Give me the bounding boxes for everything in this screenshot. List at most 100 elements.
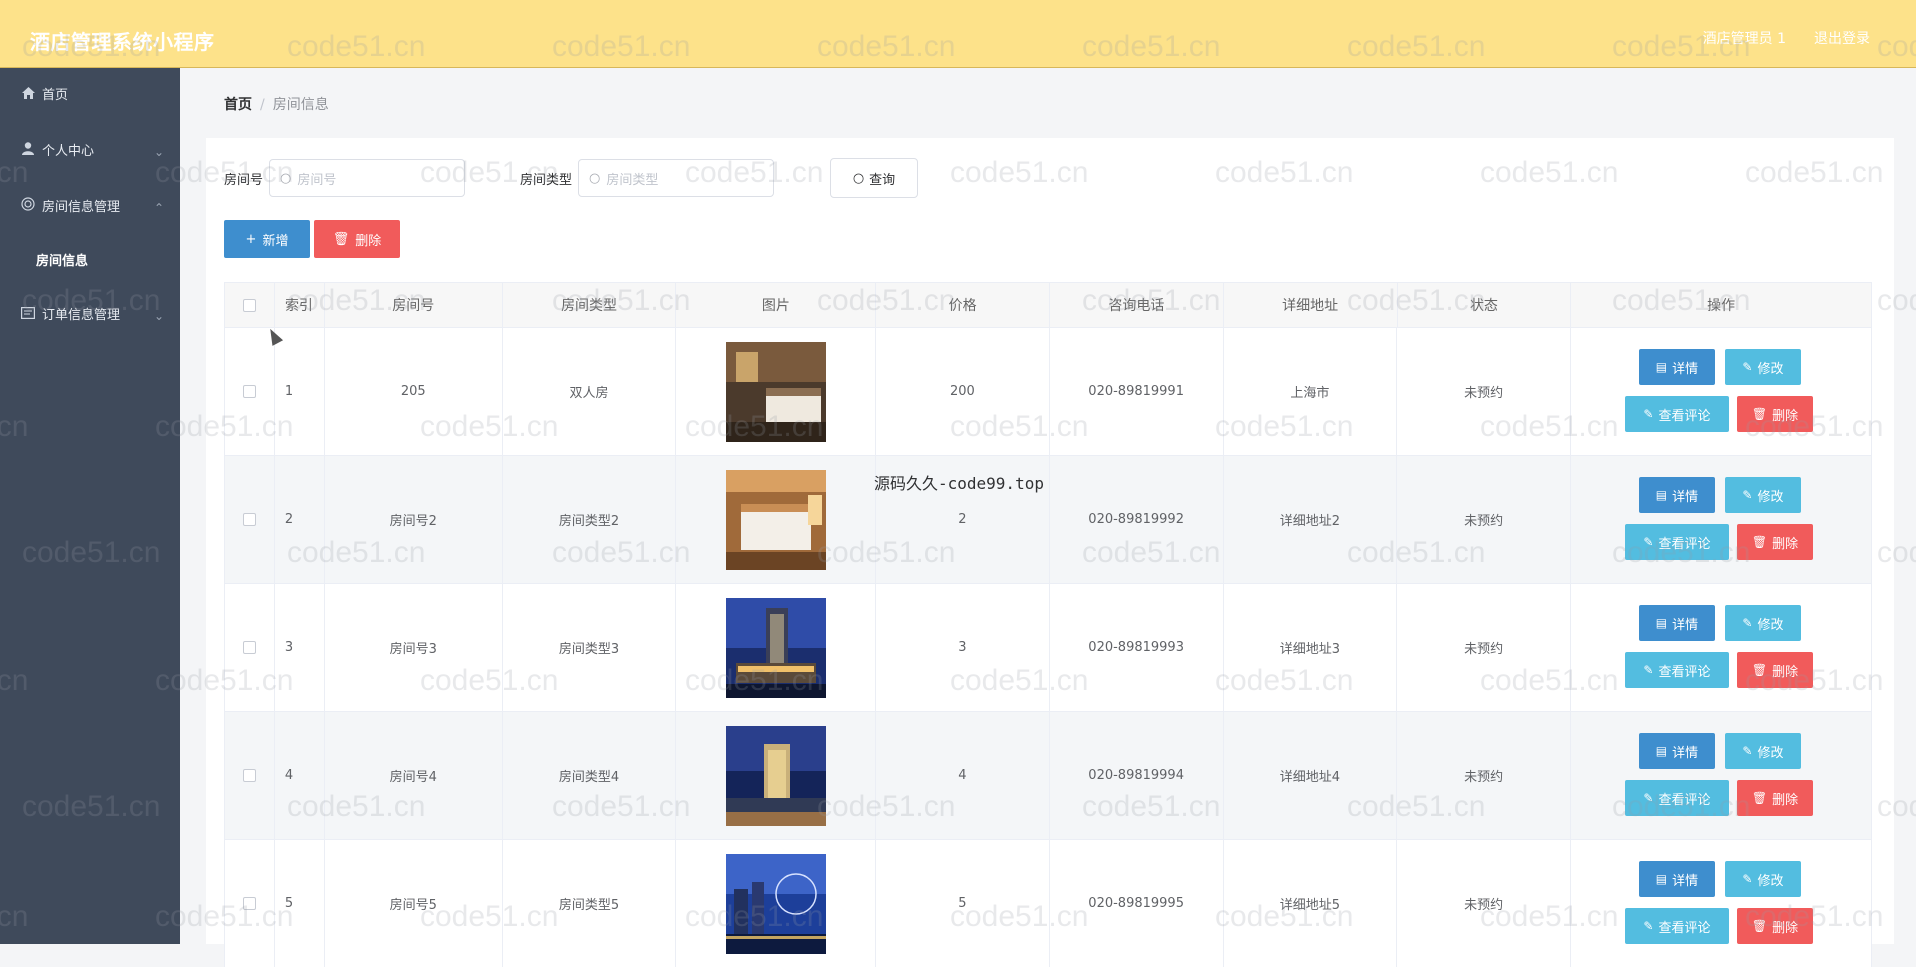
cell-price: 4 [876,712,1050,839]
cell-price: 5 [876,840,1050,967]
room-no-input[interactable]: ○ 房间号 [269,159,466,197]
edit-icon: ✎ [1643,535,1654,549]
cell-room-no: 房间号3 [325,584,503,711]
cell-room-type: 房间类型3 [503,584,677,711]
trash-icon: 🗑 [1751,791,1768,805]
col-status: 状态 [1398,283,1572,327]
query-button-label: 查询 [869,172,896,188]
view-reviews-button[interactable]: ✎ 查看评论 [1624,396,1729,432]
app-title: 酒店管理系统小程序 [30,30,215,54]
row-checkbox[interactable] [242,385,256,398]
table-row: 1 205 双人房 200 020-89819991 上海市 未预约 ▤ 详情 ✎ 修改 ✎ 查看评论 🗑… [225,327,1871,455]
room-type-placeholder: 房间类型 [606,172,659,188]
row-select-cell [225,584,275,711]
row-delete-button[interactable]: 🗑 删除 [1736,652,1813,688]
sidebar-item-profile[interactable]: 个人中心 ⌄ [0,124,180,180]
sidebar-item-room-info[interactable]: 房间信息 [0,236,180,288]
home-icon [20,68,36,124]
edit-button[interactable]: ✎ 修改 [1724,605,1801,641]
detail-button[interactable]: ▤ 详情 [1638,733,1715,769]
room-no-search: 房间号 ○ 房间号 [224,158,466,198]
cell-price: 3 [876,584,1050,711]
cell-address: 上海市 [1224,328,1398,455]
review-label: 查看评论 [1658,408,1711,424]
logout-link[interactable]: 退出登录 [1814,28,1870,48]
cell-address: 详细地址2 [1224,456,1398,583]
room-table: 索引 房间号 房间类型 图片 价格 咨询电话 详细地址 状态 操作 1 205 双人… [224,282,1872,967]
detail-button[interactable]: ▤ 详情 [1638,349,1715,385]
row-checkbox[interactable] [242,513,256,526]
view-reviews-button[interactable]: ✎ 查看评论 [1624,524,1729,560]
row-delete-button[interactable]: 🗑 删除 [1736,396,1813,432]
row-select-cell [225,328,275,455]
table-header: 索引 房间号 房间类型 图片 价格 咨询电话 详细地址 状态 操作 [225,283,1871,327]
edit-button[interactable]: ✎ 修改 [1724,861,1801,897]
row-delete-label: 删除 [1772,792,1799,808]
room-photo[interactable] [725,725,826,826]
room-type-label: 房间类型 [520,172,573,188]
main-panel: 房间号 ○ 房间号 房间类型 ○ 房间类型 ○ 查询 + 新增 🗑 删除 索引 房间号 房… [206,138,1894,967]
view-reviews-button[interactable]: ✎ 查看评论 [1624,908,1729,944]
sidebar-item-room-management[interactable]: 房间信息管理 ⌃ [0,180,180,236]
room-photo[interactable] [725,853,826,954]
cell-address: 详细地址4 [1224,712,1398,839]
edit-button[interactable]: ✎ 修改 [1724,733,1801,769]
sidebar-item-home[interactable]: 首页 [0,68,180,124]
table-body: 1 205 双人房 200 020-89819991 上海市 未预约 ▤ 详情 ✎ 修改 ✎ 查看评论 🗑… [225,327,1871,967]
edit-button[interactable]: ✎ 修改 [1724,477,1801,513]
col-index: 索引 [275,283,325,327]
breadcrumb: 首页 / 房间信息 [224,94,329,114]
select-all-checkbox[interactable] [242,298,256,312]
row-checkbox[interactable] [242,769,256,782]
edit-button[interactable]: ✎ 修改 [1724,349,1801,385]
review-label: 查看评论 [1658,536,1711,552]
cell-actions: ▤ 详情 ✎ 修改 ✎ 查看评论 🗑 删除 [1571,328,1871,455]
edit-icon: ✎ [1643,919,1654,933]
cell-image [676,712,877,839]
overlay-text: 源码久久-code99.top [874,474,1044,493]
row-checkbox[interactable] [242,641,256,654]
room-photo[interactable] [725,597,826,698]
sidebar-item-order-management[interactable]: 订单信息管理 ⌄ [0,288,180,344]
document-icon: ▤ [1655,872,1668,886]
cell-phone: 020-89819995 [1050,840,1224,967]
row-delete-button[interactable]: 🗑 删除 [1736,524,1813,560]
edit-icon: ✎ [1742,872,1753,886]
table-row: 4 房间号4 房间类型4 4 020-89819994 详细地址4 未预约 ▤ 详情 ✎ 修改 ✎ 查看… [225,711,1871,839]
detail-button[interactable]: ▤ 详情 [1638,477,1715,513]
detail-button[interactable]: ▤ 详情 [1638,605,1715,641]
table-row: 5 房间号5 房间类型5 5 020-89819995 详细地址5 未预约 ▤ 详情 ✎ 修改 ✎ 查看… [225,839,1871,967]
cell-phone: 020-89819994 [1050,712,1224,839]
view-reviews-button[interactable]: ✎ 查看评论 [1624,780,1729,816]
query-button[interactable]: ○ 查询 [830,158,918,198]
batch-delete-button[interactable]: 🗑 删除 [314,220,400,258]
view-reviews-button[interactable]: ✎ 查看评论 [1624,652,1729,688]
cell-room-no: 房间号5 [325,840,503,967]
room-type-input[interactable]: ○ 房间类型 [578,159,775,197]
cell-image [676,328,877,455]
review-label: 查看评论 [1658,664,1711,680]
sidebar-item-label: 个人中心 [42,144,95,159]
search-icon: ○ [589,170,601,186]
room-photo[interactable] [725,469,826,570]
chevron-down-icon: ⌄ [153,309,164,323]
detail-button[interactable]: ▤ 详情 [1638,861,1715,897]
row-delete-button[interactable]: 🗑 删除 [1736,780,1813,816]
edit-icon: ✎ [1742,744,1753,758]
edit-icon: ✎ [1643,791,1654,805]
row-checkbox[interactable] [242,897,256,910]
row-delete-button[interactable]: 🗑 删除 [1736,908,1813,944]
sidebar-item-label: 首页 [42,88,69,103]
cell-room-no: 房间号2 [325,456,503,583]
cell-room-type: 双人房 [503,328,677,455]
add-button-label: 新增 [262,233,289,249]
cell-room-type: 房间类型5 [503,840,677,967]
document-icon: ▤ [1655,488,1668,502]
top-header: 酒店管理系统小程序 酒店管理员 1 退出登录 [0,0,1916,68]
add-button[interactable]: + 新增 [224,220,310,258]
chevron-up-icon: ⌃ [153,201,164,215]
cell-index: 5 [275,840,325,967]
room-photo[interactable] [725,341,826,442]
breadcrumb-home[interactable]: 首页 [224,97,252,113]
cell-room-type: 房间类型2 [503,456,677,583]
